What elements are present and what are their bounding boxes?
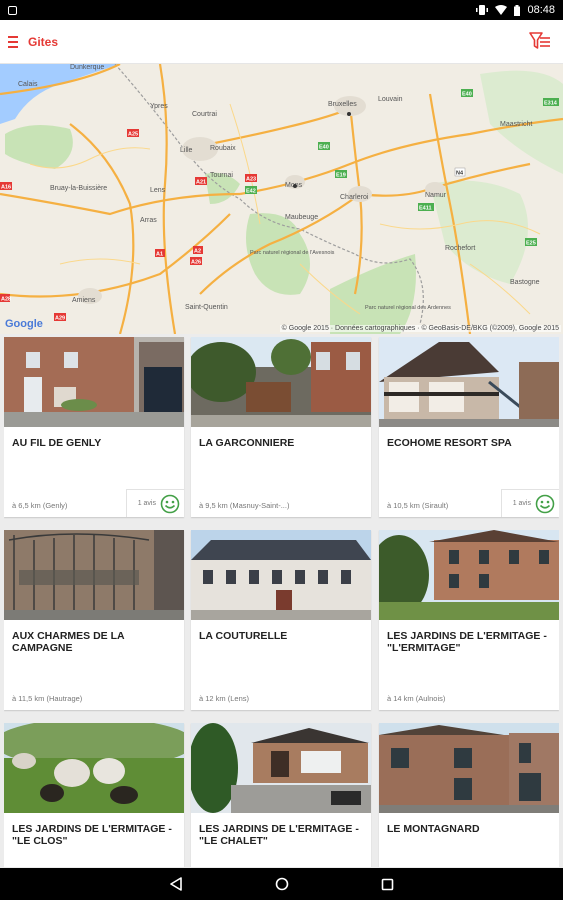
- system-nav-bar: [0, 868, 563, 900]
- map-label: Bastogne: [510, 279, 540, 286]
- road-label: A25: [128, 132, 138, 138]
- gite-photo: [191, 337, 371, 427]
- app-bar: Gites: [0, 20, 563, 64]
- map-label: Saint-Quentin: [185, 304, 228, 311]
- filter-icon[interactable]: [529, 31, 551, 51]
- gite-distance: à 14 km (Aulnois): [387, 694, 446, 703]
- map-view[interactable]: Dunkerque Calais Ypres Courtrai Bruxelle…: [0, 64, 563, 334]
- map-label: Namur: [425, 192, 447, 199]
- map-label: Charleroi: [340, 194, 369, 201]
- map-label: Amiens: [72, 297, 96, 304]
- road-label: A23: [246, 177, 256, 183]
- road-label: E25: [526, 241, 536, 247]
- gite-photo: [379, 530, 559, 620]
- app-root: 08:48 Gites Dunkerque Calais Ypres Court…: [0, 0, 563, 900]
- map-label: Dunkerque: [70, 64, 104, 71]
- map-label: Rochefort: [445, 245, 475, 252]
- map-label: Lens: [150, 187, 166, 194]
- review-count: 1 avis: [512, 500, 531, 507]
- vibrate-icon: [476, 5, 489, 15]
- map-label: Bruay-la-Buissière: [50, 185, 107, 192]
- road-label: A29: [55, 316, 65, 322]
- notification-icon: [8, 5, 17, 15]
- road-label: E42: [246, 189, 256, 195]
- road-label: A1: [156, 252, 163, 258]
- google-logo: Google: [5, 318, 43, 330]
- status-time: 08:48: [527, 4, 555, 16]
- map-label: Ypres: [150, 103, 168, 110]
- gite-title: AU FIL DE GENLY: [12, 437, 102, 449]
- map-label: Parc naturel régional des Ardennes: [365, 305, 451, 311]
- home-icon[interactable]: [275, 877, 289, 891]
- status-bar: 08:48: [0, 0, 563, 20]
- gite-title: LES JARDINS DE L'ERMITAGE - "L'ERMITAGE": [387, 630, 547, 654]
- gite-title: LA GARCONNIERE: [199, 437, 295, 449]
- map-label: Tournai: [210, 172, 233, 179]
- gite-photo: [191, 530, 371, 620]
- review-badge[interactable]: 1 avis: [501, 489, 559, 517]
- back-icon[interactable]: [169, 877, 183, 891]
- hamburger-icon[interactable]: [8, 35, 18, 48]
- gite-card[interactable]: AUX CHARMES DE LA CAMPAGNE à 11,5 km (Ha…: [4, 530, 184, 710]
- gite-card[interactable]: LA COUTURELLE à 12 km (Lens): [191, 530, 371, 710]
- gite-distance: à 12 km (Lens): [199, 694, 250, 703]
- road-label: E411: [419, 206, 432, 212]
- map-label: Parc naturel régional de l'Avesnois: [250, 250, 335, 256]
- status-icons: 08:48: [476, 4, 555, 16]
- road-label: E314: [544, 101, 558, 107]
- map-label: Maubeuge: [285, 214, 318, 221]
- road-label: E40: [462, 92, 472, 98]
- gite-distance: à 9,5 km (Masnuy-Saint-...): [199, 501, 290, 510]
- gite-card[interactable]: LES JARDINS DE L'ERMITAGE - "LE CLOS": [4, 723, 184, 867]
- map-label: Calais: [18, 81, 38, 88]
- gite-card[interactable]: LES JARDINS DE L'ERMITAGE - "LE CHALET": [191, 723, 371, 867]
- map-label: Lille: [180, 147, 193, 154]
- gite-card[interactable]: LA GARCONNIERE à 9,5 km (Masnuy-Saint-..…: [191, 337, 371, 517]
- smiley-icon: [160, 494, 180, 513]
- road-label: A16: [1, 185, 11, 191]
- map-label: Roubaix: [210, 145, 236, 152]
- wifi-icon: [495, 5, 508, 15]
- review-count: 1 avis: [137, 500, 156, 507]
- map-label: Courtrai: [192, 111, 217, 118]
- gites-grid: AU FIL DE GENLY à 6,5 km (Genly) 1 avis …: [4, 337, 559, 867]
- map-label: Louvain: [378, 96, 403, 103]
- map-label: Maastricht: [500, 121, 532, 128]
- gite-photo: [191, 723, 371, 813]
- gite-photo: [4, 723, 184, 813]
- review-badge[interactable]: 1 avis: [126, 489, 184, 517]
- gite-card[interactable]: LE MONTAGNARD: [379, 723, 559, 867]
- gite-title: LE MONTAGNARD: [387, 823, 480, 835]
- smiley-icon: [535, 494, 555, 513]
- gite-distance: à 11,5 km (Hautrage): [12, 694, 83, 703]
- road-label: A26: [191, 260, 201, 266]
- road-label: A21: [196, 180, 206, 186]
- gite-title: LA COUTURELLE: [199, 630, 288, 642]
- app-title: Gites: [28, 34, 59, 49]
- map-canvas: Dunkerque Calais Ypres Courtrai Bruxelle…: [0, 64, 563, 334]
- gite-title: ECOHOME RESORT SPA: [387, 437, 512, 449]
- map-label: Arras: [140, 217, 157, 224]
- road-label: E40: [319, 145, 329, 151]
- gite-photo: [379, 337, 559, 427]
- recents-icon[interactable]: [381, 878, 394, 891]
- gite-card[interactable]: AU FIL DE GENLY à 6,5 km (Genly) 1 avis: [4, 337, 184, 517]
- road-label: A28: [1, 297, 11, 303]
- gite-distance: à 10,5 km (Sirault): [387, 501, 449, 510]
- gite-card[interactable]: LES JARDINS DE L'ERMITAGE - "L'ERMITAGE"…: [379, 530, 559, 710]
- road-label: E19: [336, 173, 346, 179]
- map-attribution: © Google 2015 · Données cartographiques …: [279, 325, 561, 332]
- gite-photo: [379, 723, 559, 813]
- gite-photo: [4, 337, 184, 427]
- gite-card[interactable]: ECOHOME RESORT SPA à 10,5 km (Sirault) 1…: [379, 337, 559, 517]
- gite-title: LES JARDINS DE L'ERMITAGE - "LE CHALET": [199, 823, 359, 847]
- road-label: N4: [456, 171, 464, 177]
- gite-title: AUX CHARMES DE LA CAMPAGNE: [12, 630, 125, 654]
- battery-icon: [514, 4, 521, 16]
- road-label: A2: [194, 249, 201, 255]
- gite-photo: [4, 530, 184, 620]
- gite-distance: à 6,5 km (Genly): [12, 501, 68, 510]
- gite-title: LES JARDINS DE L'ERMITAGE - "LE CLOS": [12, 823, 172, 847]
- map-label: Bruxelles: [328, 101, 357, 108]
